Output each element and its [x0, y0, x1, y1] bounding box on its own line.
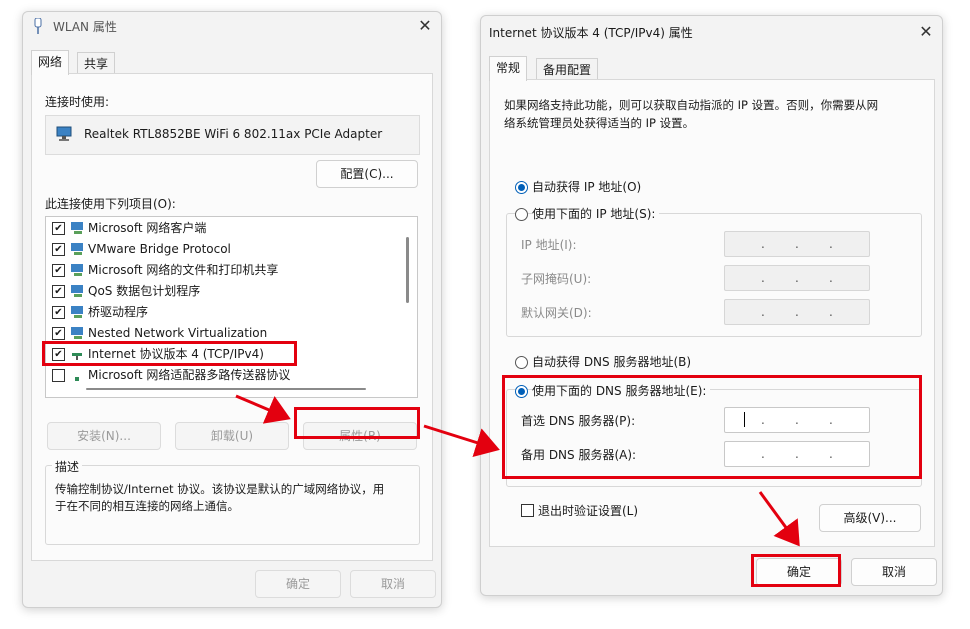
arrow-to-dns-group [423, 424, 500, 457]
tab-network[interactable]: 网络 [31, 50, 70, 75]
tab-label: 网络 [38, 55, 63, 69]
annotation-arrows [235, 394, 800, 547]
tab-label: 常规 [496, 61, 521, 75]
arrow-to-properties [235, 394, 291, 424]
arrow-to-ok [758, 491, 800, 547]
tab-general[interactable]: 常规 [489, 56, 528, 81]
